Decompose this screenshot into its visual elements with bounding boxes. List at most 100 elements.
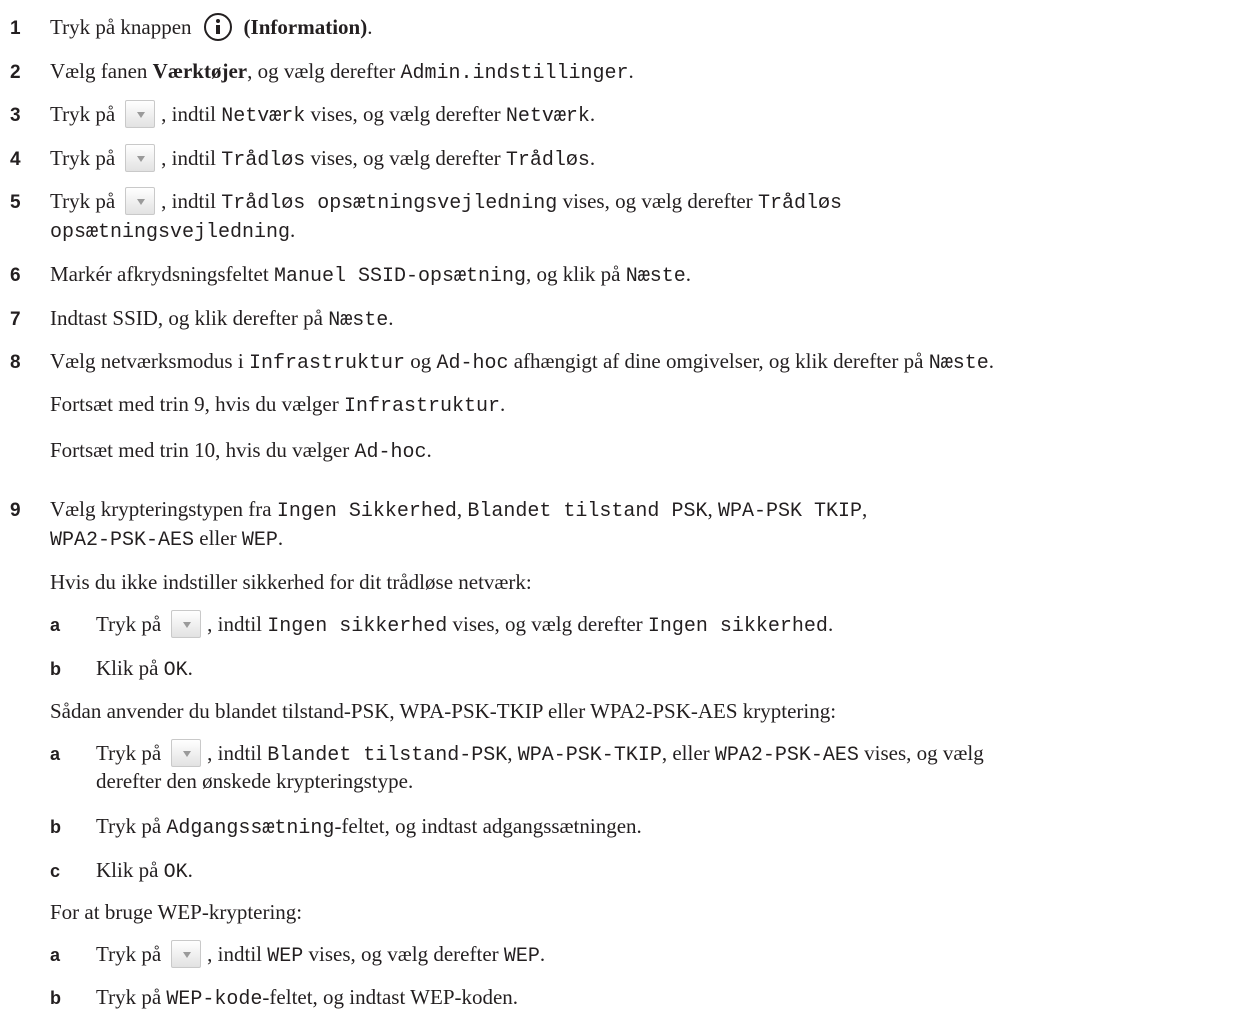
substep-label: b <box>50 817 61 837</box>
period: . <box>685 262 691 286</box>
separator: , <box>861 497 868 521</box>
no-security-step-a: a Tryk på , indtil Ingen sikkerhed vises, … <box>50 610 834 640</box>
step-text: Vælg krypteringstypen fra <box>50 497 277 521</box>
period: . <box>388 306 394 330</box>
step-text: -feltet, og indtast adgangssætningen. <box>334 814 642 838</box>
period: . <box>187 858 193 882</box>
wep-step-a: a Tryk på , indtil WEP vises, og vælg dere… <box>50 940 546 970</box>
information-icon <box>203 13 232 42</box>
period: . <box>500 392 506 416</box>
step-text: Tryk på <box>96 814 167 838</box>
step-number: 3 <box>10 105 21 126</box>
psk-step-a-continued: derefter den ønskede krypteringstype. <box>96 769 414 793</box>
separator: , eller <box>661 741 715 765</box>
step-9: 9 Vælg krypteringstypen fra Ingen Sikkerh… <box>10 496 867 525</box>
period: . <box>827 612 834 636</box>
next-label: Næste <box>625 265 686 288</box>
separator: , <box>707 497 718 521</box>
menu-value: opsætningsvejledning <box>50 221 291 244</box>
encryption-option: WPA-PSK TKIP <box>717 500 862 523</box>
psk-intro: Sådan anvender du blandet tilstand-PSK, … <box>50 699 837 723</box>
step-text: , indtil <box>161 189 222 213</box>
step-text: Vælg netværksmodus i <box>50 349 249 373</box>
ok-label: OK <box>163 861 188 884</box>
period: . <box>988 349 994 373</box>
step-text: Tryk på <box>50 102 116 126</box>
passphrase-field-label: Adgangssætning <box>166 817 335 840</box>
period: . <box>290 218 296 242</box>
period: . <box>539 942 546 966</box>
substep-label: c <box>50 861 61 881</box>
step-text: Tryk på knappen <box>50 15 192 39</box>
step-text: vises, og vælg derefter <box>303 942 504 966</box>
step-text: Tryk på <box>96 942 162 966</box>
substep-label: b <box>50 988 61 1008</box>
substep-label: a <box>50 945 61 965</box>
scroll-down-arrow-icon <box>171 610 202 639</box>
period: . <box>277 526 284 550</box>
step-text: vises, og vælg derefter <box>305 102 506 126</box>
step-1: 1 Tryk på knappen (Information). <box>10 13 373 42</box>
step-text: Vælg fanen <box>50 59 153 83</box>
scroll-down-arrow-icon <box>125 100 156 129</box>
separator: , <box>456 497 468 521</box>
menu-value: Ingen sikkerhed <box>647 615 828 638</box>
period: . <box>426 438 432 462</box>
step-4: 4 Tryk på , indtil Trådløs vises, og vælg … <box>10 144 595 174</box>
encryption-option: WEP <box>503 945 540 968</box>
menu-value: Trådløs <box>757 192 842 215</box>
mode-option: Infrastruktur <box>344 395 501 418</box>
step-text: Markér afkrydsningsfeltet <box>50 262 274 286</box>
step-5-continued: opsætningsvejledning. <box>50 217 295 246</box>
step-number: 8 <box>10 352 21 373</box>
step-number: 5 <box>10 192 21 213</box>
step-8-note-2: Fortsæt med trin 10, hvis du vælger Ad-h… <box>50 437 432 466</box>
substep-label: a <box>50 744 61 764</box>
encryption-option: WPA-PSK-TKIP <box>517 744 662 767</box>
checkbox-label: Manuel SSID-opsætning <box>273 265 526 288</box>
step-text: , indtil <box>161 146 222 170</box>
separator: , <box>507 741 518 765</box>
note-text: Fortsæt med trin 9, hvis du vælger <box>50 392 344 416</box>
period: . <box>367 15 373 39</box>
tools-tab-label: Værktøjer <box>152 59 248 83</box>
step-7: 7 Indtast SSID, og klik derefter på Næste… <box>10 305 393 334</box>
psk-step-b: b Tryk på Adgangssætning-feltet, og indta… <box>50 813 642 842</box>
menu-value: Ingen sikkerhed <box>267 615 448 638</box>
step-text: Klik på <box>96 858 164 882</box>
encryption-option: WEP <box>267 945 304 968</box>
scroll-down-arrow-icon <box>125 187 156 216</box>
psk-step-c: c Klik på OK. <box>50 857 193 886</box>
step-number: 9 <box>10 500 21 521</box>
scroll-down-arrow-icon <box>171 739 202 768</box>
ok-label: OK <box>163 659 188 682</box>
no-security-intro: Hvis du ikke indstiller sikkerhed for di… <box>50 570 532 594</box>
step-text: vises, og vælg <box>858 741 984 765</box>
step-text: -feltet, og indtast WEP-koden. <box>262 985 519 1009</box>
period: . <box>628 59 634 83</box>
menu-value: Trådløs <box>505 149 590 172</box>
scroll-down-arrow-icon <box>125 144 156 173</box>
step-text: eller <box>194 526 242 550</box>
encryption-option: WPA2-PSK-AES <box>50 529 195 552</box>
step-text: , indtil <box>207 741 268 765</box>
encryption-option: WEP <box>241 529 278 552</box>
scroll-down-arrow-icon <box>171 940 202 969</box>
step-text: Tryk på <box>50 146 116 170</box>
menu-value: Trådløs opsætningsvejledning <box>221 192 558 215</box>
mode-option: Ad-hoc <box>354 441 427 464</box>
step-text: vises, og vælg derefter <box>305 146 506 170</box>
step-8: 8 Vælg netværksmodus i Infrastruktur og A… <box>10 348 994 377</box>
step-text: Klik på <box>96 656 164 680</box>
step-text: Tryk på <box>96 741 162 765</box>
step-number: 2 <box>10 62 21 83</box>
substep-label: a <box>50 615 61 635</box>
step-2: 2 Vælg fanen Værktøjer, og vælg derefter … <box>10 58 634 87</box>
mode-option: Infrastruktur <box>248 352 405 375</box>
no-security-step-b: b Klik på OK. <box>50 655 193 684</box>
step-6: 6 Markér afkrydsningsfeltet Manuel SSID-o… <box>10 261 691 290</box>
step-text: , og klik på <box>525 262 626 286</box>
menu-value: Netværk <box>505 105 590 128</box>
next-label: Næste <box>328 309 389 332</box>
substep-label: b <box>50 659 61 679</box>
